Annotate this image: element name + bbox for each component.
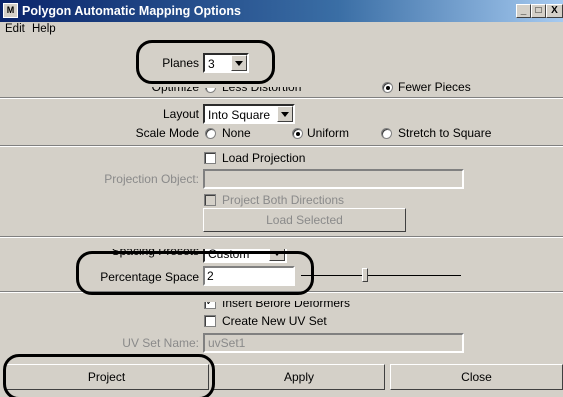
scale-mode-label: Scale Mode (135, 126, 199, 140)
scale-uniform-label: Uniform (307, 126, 350, 140)
menu-help[interactable]: Help (32, 23, 56, 35)
load-selected-button[interactable]: Load Selected (203, 208, 406, 232)
minimize-icon[interactable]: _ (516, 4, 531, 18)
menu-bar: Edit Help (0, 22, 563, 38)
menu-edit[interactable]: Edit (5, 23, 25, 35)
planes-dropdown[interactable]: 3 (203, 53, 249, 73)
layout-label: Layout (162, 107, 199, 121)
scale-stretch-radio[interactable] (381, 128, 392, 139)
projection-object-label: Projection Object: (104, 172, 199, 186)
percentage-space-slider-thumb[interactable] (362, 268, 368, 282)
mapping-options-window: M Polygon Automatic Mapping Options _ □ … (0, 0, 563, 397)
separator (0, 145, 563, 147)
title-bar[interactable]: M Polygon Automatic Mapping Options _ □ … (0, 0, 563, 22)
optimize-label: Optimize (151, 80, 199, 94)
load-projection-label: Load Projection (222, 151, 306, 165)
scale-none-label: None (222, 126, 251, 140)
optimize-fewer-label: Fewer Pieces (398, 80, 471, 94)
percentage-space-slider-track[interactable] (301, 275, 461, 276)
project-both-checkbox[interactable] (204, 194, 216, 206)
uv-set-name-label: UV Set Name: (122, 336, 199, 350)
layout-dropdown[interactable]: Into Square (203, 104, 295, 124)
chevron-down-icon (269, 249, 285, 261)
percentage-space-field[interactable]: 2 (203, 266, 295, 286)
apply-button[interactable]: Apply (213, 364, 385, 390)
optimize-less-label: Less Distortion (222, 80, 302, 94)
project-both-label: Project Both Directions (222, 193, 345, 207)
scale-none-radio[interactable] (205, 128, 216, 139)
scale-stretch-label: Stretch to Square (398, 126, 492, 140)
spacing-presets-dropdown[interactable]: Custom (203, 247, 287, 263)
separator (0, 97, 563, 99)
project-button[interactable]: Project (4, 364, 209, 390)
window-title: Polygon Automatic Mapping Options (22, 4, 241, 18)
create-uv-checkbox[interactable] (204, 315, 216, 327)
planes-value: 3 (208, 57, 215, 71)
optimize-fewer-radio[interactable] (382, 82, 393, 93)
close-button[interactable]: Close (390, 364, 563, 390)
scale-uniform-radio[interactable] (292, 128, 303, 139)
load-projection-checkbox[interactable] (204, 152, 216, 164)
separator (0, 291, 563, 293)
spacing-presets-label: Spacing Presets (111, 244, 199, 258)
spacing-presets-value: Custom (208, 247, 250, 261)
maximize-icon[interactable]: □ (531, 4, 546, 18)
create-uv-label: Create New UV Set (222, 314, 327, 328)
projection-object-field[interactable] (203, 169, 464, 189)
planes-label: Planes (162, 56, 199, 70)
percentage-space-label: Percentage Space (100, 270, 199, 284)
optimize-less-radio[interactable] (205, 88, 216, 93)
insert-before-label: Insert Before Deformers (222, 296, 351, 310)
separator (0, 236, 563, 238)
insert-before-checkbox[interactable]: ✓ (204, 302, 216, 309)
layout-value: Into Square (208, 108, 271, 122)
uv-set-name-field[interactable]: uvSet1 (203, 333, 464, 353)
close-icon[interactable]: X (546, 4, 563, 18)
chevron-down-icon (231, 55, 247, 71)
chevron-down-icon (277, 106, 293, 122)
app-icon: M (3, 3, 18, 18)
